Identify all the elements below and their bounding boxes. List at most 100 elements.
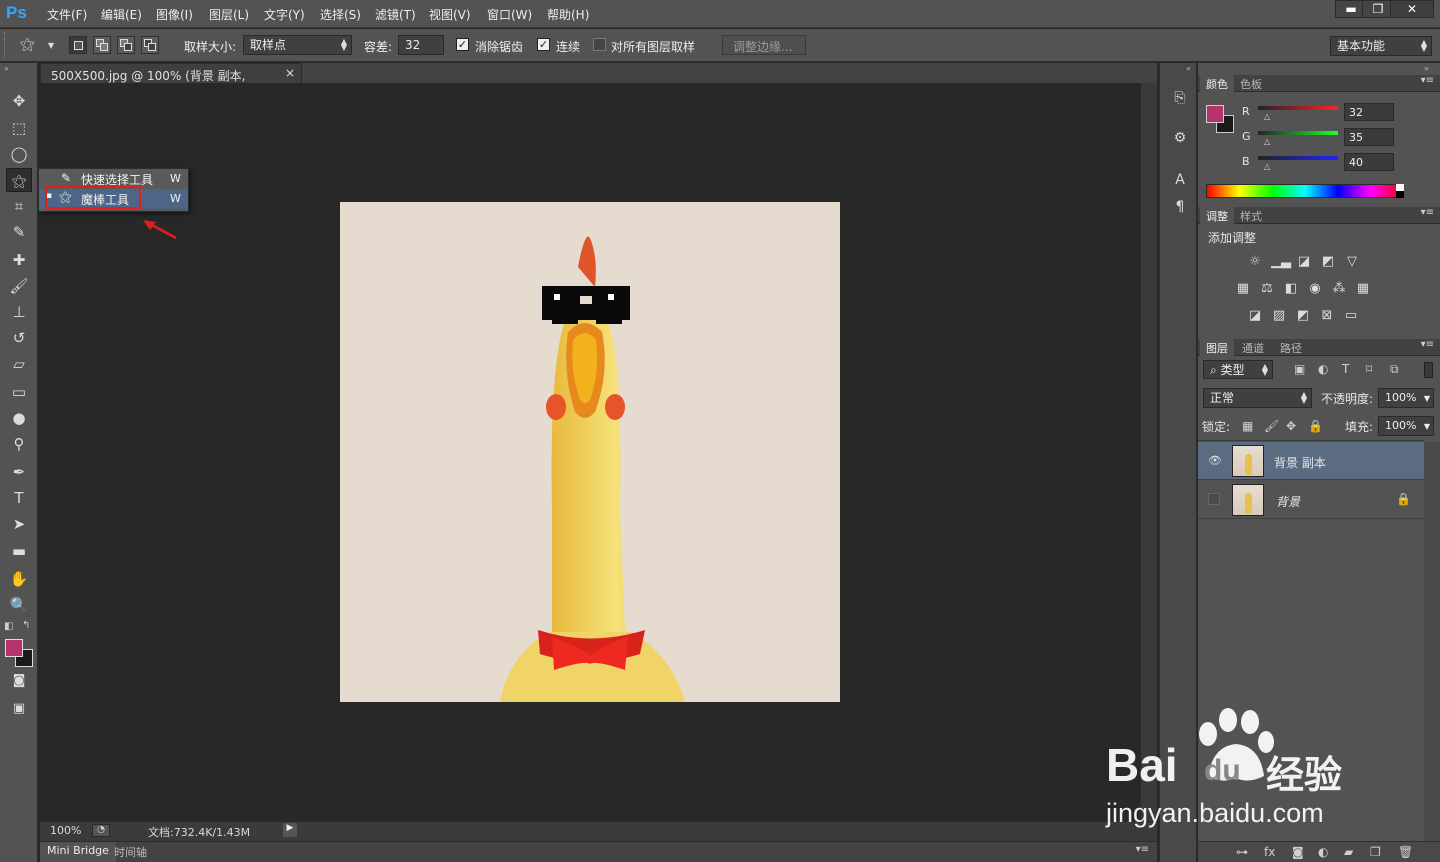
workspace-select[interactable]: 基本功能 ▲ ▼ xyxy=(1330,36,1432,56)
antialias-checkbox[interactable]: ✓ xyxy=(456,38,469,51)
lock-transparent-icon[interactable]: ▦ xyxy=(1242,419,1253,433)
history-brush-icon[interactable]: ↺ xyxy=(6,326,32,350)
panel-menu-icon[interactable]: ▾≡ xyxy=(1136,844,1149,855)
layer-name[interactable]: 背景 副本 xyxy=(1274,454,1326,471)
filter-adjustment-icon[interactable]: ◐ xyxy=(1318,362,1328,376)
link-layers-icon[interactable]: ⊶ xyxy=(1236,845,1248,859)
filter-type-icon[interactable]: T xyxy=(1342,362,1349,376)
gradient-map-icon[interactable]: ▭ xyxy=(1342,308,1360,324)
slider-handle-icon[interactable]: △ xyxy=(1264,162,1270,171)
green-value-input[interactable]: 35 xyxy=(1344,128,1394,146)
new-adjustment-layer-icon[interactable]: ◐ xyxy=(1318,845,1328,859)
collapse-arrows-icon[interactable]: » xyxy=(4,64,9,73)
new-group-icon[interactable]: ▰ xyxy=(1344,845,1353,859)
paragraph-panel-icon[interactable]: ¶ xyxy=(1170,197,1190,217)
threshold-icon[interactable]: ◩ xyxy=(1294,308,1312,324)
shape-tool-icon[interactable]: ▬ xyxy=(6,539,32,563)
status-menu-arrow-icon[interactable]: ▶ xyxy=(283,823,297,837)
character-panel-icon[interactable]: A xyxy=(1170,170,1190,190)
eraser-tool-icon[interactable]: ▱ xyxy=(6,352,32,376)
healing-brush-icon[interactable]: ✚ xyxy=(6,248,32,272)
color-balance-icon[interactable]: ⚖ xyxy=(1258,281,1276,297)
dodge-tool-icon[interactable]: ⚲ xyxy=(6,432,32,456)
close-tab-icon[interactable]: × xyxy=(285,66,295,80)
lock-image-icon[interactable]: 🖌 xyxy=(1264,419,1279,433)
zoom-tool-icon[interactable]: 🔍 xyxy=(6,593,32,617)
lock-all-icon[interactable]: 🔒 xyxy=(1308,419,1323,433)
tab-color[interactable]: 颜色 xyxy=(1200,75,1234,92)
blue-slider[interactable] xyxy=(1258,156,1338,160)
green-slider[interactable] xyxy=(1258,131,1338,135)
visibility-toggle-off[interactable] xyxy=(1208,493,1220,505)
properties-panel-icon[interactable]: ⚙ xyxy=(1170,128,1190,148)
path-selection-icon[interactable]: ➤ xyxy=(6,512,32,536)
color-lookup-icon[interactable]: ▦ xyxy=(1354,281,1372,297)
refine-edge-button[interactable]: 调整边缘... xyxy=(722,35,806,55)
layer-row[interactable]: 👁 背景 副本 xyxy=(1198,442,1424,480)
mini-bridge-tab[interactable]: Mini Bridge xyxy=(40,842,116,862)
crop-tool-icon[interactable]: ⌗ xyxy=(6,194,32,218)
tab-channels[interactable]: 通道 xyxy=(1236,339,1270,356)
red-value-input[interactable]: 32 xyxy=(1344,103,1394,121)
expand-arrows-icon[interactable]: « xyxy=(1186,64,1191,73)
photo-filter-icon[interactable]: ◉ xyxy=(1306,281,1324,297)
menu-type[interactable]: 文字(Y) xyxy=(264,6,305,23)
layer-filter-select[interactable]: ⌕ 类型 ▲ ▼ xyxy=(1203,360,1273,379)
menu-view[interactable]: 视图(V) xyxy=(429,6,471,23)
channel-mixer-icon[interactable]: ⁂ xyxy=(1330,281,1348,297)
intersect-selection-mode[interactable] xyxy=(141,36,159,54)
timeline-tab[interactable]: 时间轴 xyxy=(114,844,147,860)
menu-filter[interactable]: 滤镜(T) xyxy=(375,6,416,23)
menu-edit[interactable]: 编辑(E) xyxy=(101,6,142,23)
menu-window[interactable]: 窗口(W) xyxy=(487,6,532,23)
contiguous-checkbox[interactable]: ✓ xyxy=(537,38,550,51)
layer-row[interactable]: 背景 🔒 xyxy=(1198,481,1424,519)
hand-tool-icon[interactable]: ✋ xyxy=(6,567,32,591)
tab-adjustments[interactable]: 调整 xyxy=(1200,207,1234,224)
curves-icon[interactable]: ◪ xyxy=(1295,254,1313,270)
tab-paths[interactable]: 路径 xyxy=(1274,339,1308,356)
exposure-icon[interactable]: ◩ xyxy=(1319,254,1337,270)
swap-colors-icon[interactable]: ↰ xyxy=(22,620,30,631)
layer-style-icon[interactable]: fx xyxy=(1264,845,1275,859)
visibility-eye-icon[interactable]: 👁 xyxy=(1208,454,1222,467)
menu-image[interactable]: 图像(I) xyxy=(156,6,193,23)
subtract-selection-mode[interactable] xyxy=(117,36,135,54)
spectrum-black-swatch[interactable] xyxy=(1396,191,1404,198)
add-mask-icon[interactable]: ◙ xyxy=(1292,845,1304,859)
status-icon[interactable]: ◔ xyxy=(92,824,110,837)
foreground-color-swatch[interactable] xyxy=(5,639,23,657)
blur-tool-icon[interactable]: ● xyxy=(6,406,32,430)
menu-file[interactable]: 文件(F) xyxy=(47,6,87,23)
gradient-tool-icon[interactable]: ▭ xyxy=(6,380,32,404)
brightness-contrast-icon[interactable]: ☼ xyxy=(1246,254,1264,270)
menu-layer[interactable]: 图层(L) xyxy=(209,6,249,23)
lasso-tool-icon[interactable]: ◯ xyxy=(6,142,32,166)
filter-pixel-icon[interactable]: ▣ xyxy=(1294,362,1305,376)
layer-lock-icon[interactable]: 🔒 xyxy=(1396,492,1411,506)
panel-menu-icon[interactable]: ▾≡ xyxy=(1421,207,1434,218)
opacity-input[interactable]: 100% ▼ xyxy=(1378,388,1434,408)
blue-value-input[interactable]: 40 xyxy=(1344,153,1394,171)
red-slider[interactable] xyxy=(1258,106,1338,110)
sample-all-layers-checkbox[interactable] xyxy=(593,38,606,51)
pen-tool-icon[interactable]: ✒ xyxy=(6,460,32,484)
new-selection-mode[interactable] xyxy=(69,36,87,54)
layer-name[interactable]: 背景 xyxy=(1276,493,1300,510)
clone-stamp-icon[interactable]: ⊥ xyxy=(6,300,32,324)
hue-saturation-icon[interactable]: ▦ xyxy=(1234,281,1252,297)
menu-help[interactable]: 帮助(H) xyxy=(547,6,589,23)
brush-tool-icon[interactable]: 🖌 xyxy=(6,274,32,298)
marquee-tool-icon[interactable]: ⬚ xyxy=(6,116,32,140)
filter-smart-object-icon[interactable]: ⧉ xyxy=(1390,362,1399,377)
panel-menu-icon[interactable]: ▾≡ xyxy=(1421,75,1434,86)
tab-styles[interactable]: 样式 xyxy=(1234,207,1268,224)
magic-wand-tool-icon[interactable]: ⚝ xyxy=(6,168,32,192)
slider-handle-icon[interactable]: △ xyxy=(1264,137,1270,146)
color-panel-foreground-swatch[interactable] xyxy=(1206,105,1224,123)
lock-position-icon[interactable]: ✥ xyxy=(1286,419,1296,433)
quick-mask-icon[interactable]: ◙ xyxy=(6,669,32,693)
close-button[interactable]: ✕ xyxy=(1390,0,1434,18)
slider-handle-icon[interactable]: △ xyxy=(1264,112,1270,121)
add-selection-mode[interactable] xyxy=(93,36,111,54)
